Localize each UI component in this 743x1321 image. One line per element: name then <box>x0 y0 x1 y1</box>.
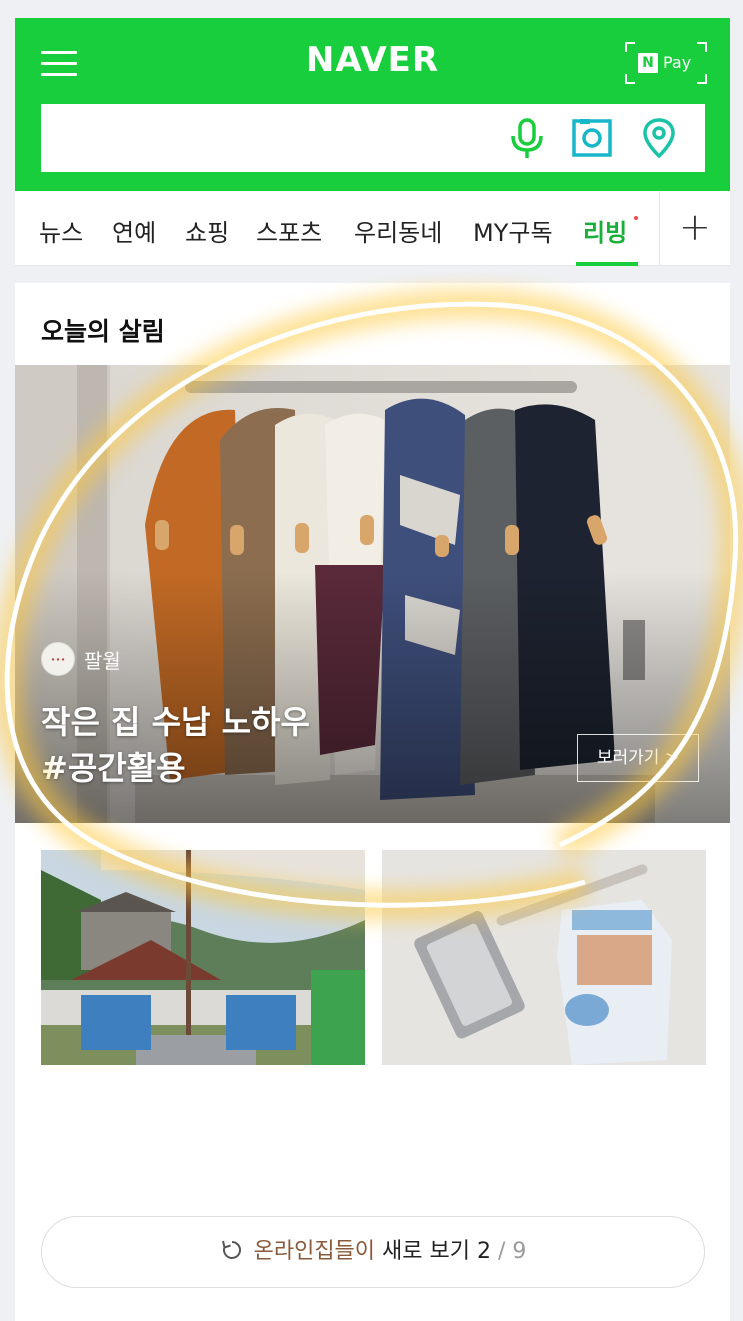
plus-icon[interactable]: + <box>679 205 711 249</box>
search-input[interactable] <box>51 114 491 162</box>
lens-icon[interactable] <box>570 116 614 160</box>
section-title: 오늘의 살림 <box>41 317 165 346</box>
hero-title-hashtag: #공간활용 <box>41 749 186 787</box>
page-frame: NAVER N Pay 뉴스 연예 쇼핑 스포츠 우리동네 MY구독 리빙 + … <box>15 18 730 1321</box>
tab-entertainment[interactable]: 연예 <box>112 213 156 248</box>
section-gap <box>15 266 730 283</box>
category-nav: 뉴스 연예 쇼핑 스포츠 우리동네 MY구독 리빙 + <box>15 191 730 266</box>
tab-sports[interactable]: 스포츠 <box>256 213 322 248</box>
more-text: 새로 보기 <box>375 1239 477 1264</box>
more-button[interactable]: 온라인집들이 새로 보기 2 / 9 <box>41 1216 705 1288</box>
tab-shopping[interactable]: 쇼핑 <box>185 213 229 248</box>
npay-label: Pay <box>663 53 692 72</box>
tab-my-subscription[interactable]: MY구독 <box>473 213 553 248</box>
tab-living[interactable]: 리빙 <box>583 213 627 248</box>
page-current: 2 <box>477 1239 491 1264</box>
cleaning-photo <box>382 850 706 1065</box>
place-icon[interactable] <box>637 116 681 160</box>
refresh-icon <box>221 1240 241 1259</box>
npay-button[interactable]: N Pay <box>625 42 707 84</box>
avatar: ∙∙∙ <box>41 642 75 676</box>
hero-card[interactable]: ∙∙∙ 팔월 작은 집 수납 노하우 #공간활용 보러가기 > <box>15 365 730 823</box>
header: NAVER N Pay <box>15 18 730 191</box>
view-button[interactable]: 보러가기 > <box>577 734 699 782</box>
hero-title-line1: 작은 집 수납 노하우 <box>41 703 310 741</box>
terrace-photo <box>41 850 365 1065</box>
page-total: 9 <box>512 1239 527 1264</box>
author-name: 팔월 <box>84 648 121 673</box>
mic-icon[interactable] <box>505 116 549 160</box>
new-dot <box>634 216 638 220</box>
page-separator: / <box>491 1239 513 1264</box>
more-highlight: 온라인집들이 <box>253 1239 376 1264</box>
tab-neighborhood[interactable]: 우리동네 <box>354 213 442 248</box>
npay-n-badge: N <box>638 53 658 73</box>
hero-title: 작은 집 수납 노하우 #공간활용 <box>41 699 310 791</box>
thumbnail-terrace[interactable] <box>41 850 365 1065</box>
author[interactable]: ∙∙∙ 팔월 <box>41 642 121 676</box>
tab-news[interactable]: 뉴스 <box>39 213 83 248</box>
naver-logo[interactable]: NAVER <box>15 40 730 80</box>
thumbnail-cleaning[interactable] <box>382 850 706 1065</box>
search-box <box>41 104 705 172</box>
nav-divider <box>659 191 660 266</box>
